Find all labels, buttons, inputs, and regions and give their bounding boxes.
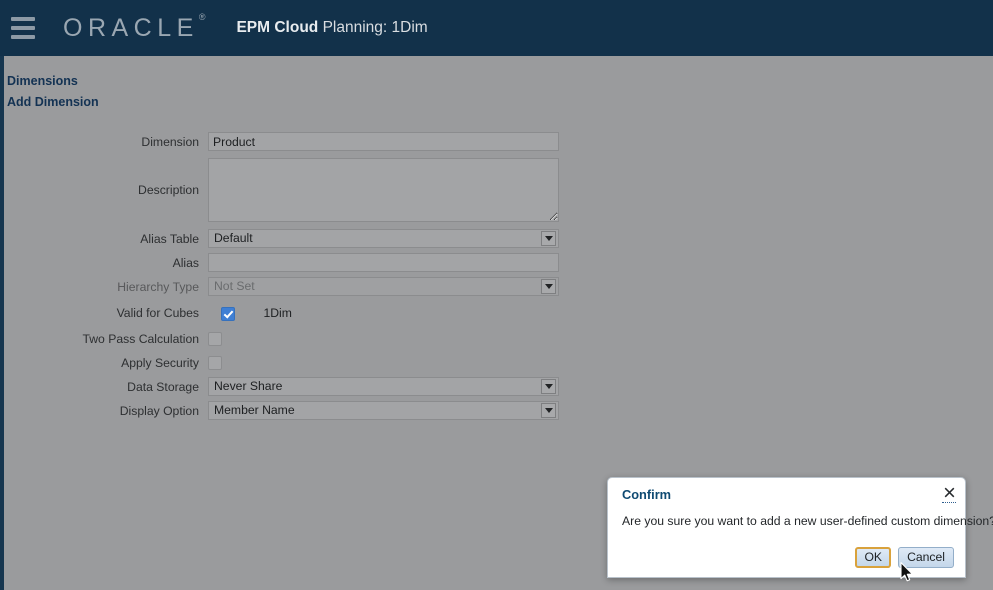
cube-name-label: 1Dim <box>263 306 292 320</box>
hamburger-menu-icon[interactable] <box>0 0 46 56</box>
ok-button[interactable]: OK <box>855 547 892 568</box>
hierarchy-type-label: Hierarchy Type <box>117 280 199 294</box>
description-textarea[interactable] <box>208 158 559 222</box>
data-storage-label: Data Storage <box>127 380 199 394</box>
dimension-field-wrap <box>208 132 559 151</box>
app-title-product: EPM Cloud <box>236 19 319 36</box>
valid-for-cubes-label: Valid for Cubes <box>116 306 199 320</box>
oracle-trademark: ® <box>198 12 206 23</box>
form-row-alias: Alias <box>4 253 584 274</box>
breadcrumb-item-dimensions[interactable]: Dimensions <box>7 71 99 92</box>
hamburger-bar <box>11 35 35 39</box>
alias-field-wrap <box>208 253 559 272</box>
close-x-icon[interactable] <box>941 484 957 503</box>
alias-table-value: Default <box>214 231 253 245</box>
app-header: ORACLE® EPM Cloud Planning: 1Dim <box>0 0 993 56</box>
hamburger-bar <box>11 26 35 30</box>
display-option-label: Display Option <box>119 404 199 418</box>
apply-security-checkbox[interactable] <box>208 356 222 371</box>
cancel-button[interactable]: Cancel <box>898 547 954 568</box>
alias-label: Alias <box>172 256 199 270</box>
data-storage-value: Never Share <box>214 379 283 393</box>
dialog-message: Are you sure you want to add a new user-… <box>622 514 993 528</box>
dialog-buttons: OK Cancel <box>855 547 954 568</box>
chevron-down-icon[interactable] <box>541 279 556 294</box>
hierarchy-type-select[interactable]: Not Set <box>208 277 559 296</box>
two-pass-calculation-checkbox[interactable] <box>208 332 222 347</box>
chevron-down-icon[interactable] <box>541 403 556 418</box>
display-option-value: Member Name <box>214 403 295 417</box>
add-dimension-form: Dimension Description Alias Table Defaul… <box>4 132 584 425</box>
alias-table-label: Alias Table <box>140 232 199 246</box>
form-row-dimension: Dimension <box>4 132 584 153</box>
breadcrumb-item-add-dimension[interactable]: Add Dimension <box>7 92 99 113</box>
confirm-dialog: Confirm Are you sure you want to add a n… <box>607 477 993 578</box>
form-row-apply-security: Apply Security <box>4 353 584 374</box>
app-title-context: Planning: 1Dim <box>318 19 428 36</box>
dimension-label: Dimension <box>141 135 199 149</box>
app-title: EPM Cloud Planning: 1Dim <box>236 19 427 37</box>
form-row-hierarchy-type: Hierarchy Type Not Set <box>4 277 584 298</box>
apply-security-label: Apply Security <box>121 356 199 370</box>
form-row-two-pass-calculation: Two Pass Calculation <box>4 329 584 350</box>
hamburger-bar <box>11 17 35 21</box>
form-row-description: Description <box>4 158 584 222</box>
data-storage-select[interactable]: Never Share <box>208 377 559 396</box>
form-row-data-storage: Data Storage Never Share <box>4 377 584 398</box>
alias-input[interactable] <box>208 253 559 272</box>
description-field-wrap <box>208 158 559 222</box>
display-option-select[interactable]: Member Name <box>208 401 559 420</box>
two-pass-calculation-label: Two Pass Calculation <box>82 332 199 346</box>
valid-for-cubes-checkbox[interactable] <box>221 307 235 322</box>
breadcrumb: Dimensions Add Dimension <box>7 71 99 113</box>
chevron-down-icon[interactable] <box>541 379 556 394</box>
dialog-title: Confirm <box>622 487 672 502</box>
valid-for-cubes-field-wrap: 1Dim <box>208 303 292 324</box>
form-row-valid-for-cubes: Valid for Cubes 1Dim <box>4 303 584 324</box>
alias-table-select[interactable]: Default <box>208 229 559 248</box>
chevron-down-icon[interactable] <box>541 231 556 246</box>
form-row-alias-table: Alias Table Default <box>4 229 584 250</box>
two-pass-calculation-field-wrap <box>208 329 222 347</box>
apply-security-field-wrap <box>208 353 222 371</box>
dimension-input[interactable] <box>208 132 559 151</box>
form-row-display-option: Display Option Member Name <box>4 401 584 422</box>
oracle-logo[interactable]: ORACLE® <box>63 12 206 43</box>
hierarchy-type-value: Not Set <box>214 279 255 293</box>
description-label: Description <box>138 183 199 197</box>
oracle-logo-text: ORACLE <box>63 13 199 42</box>
